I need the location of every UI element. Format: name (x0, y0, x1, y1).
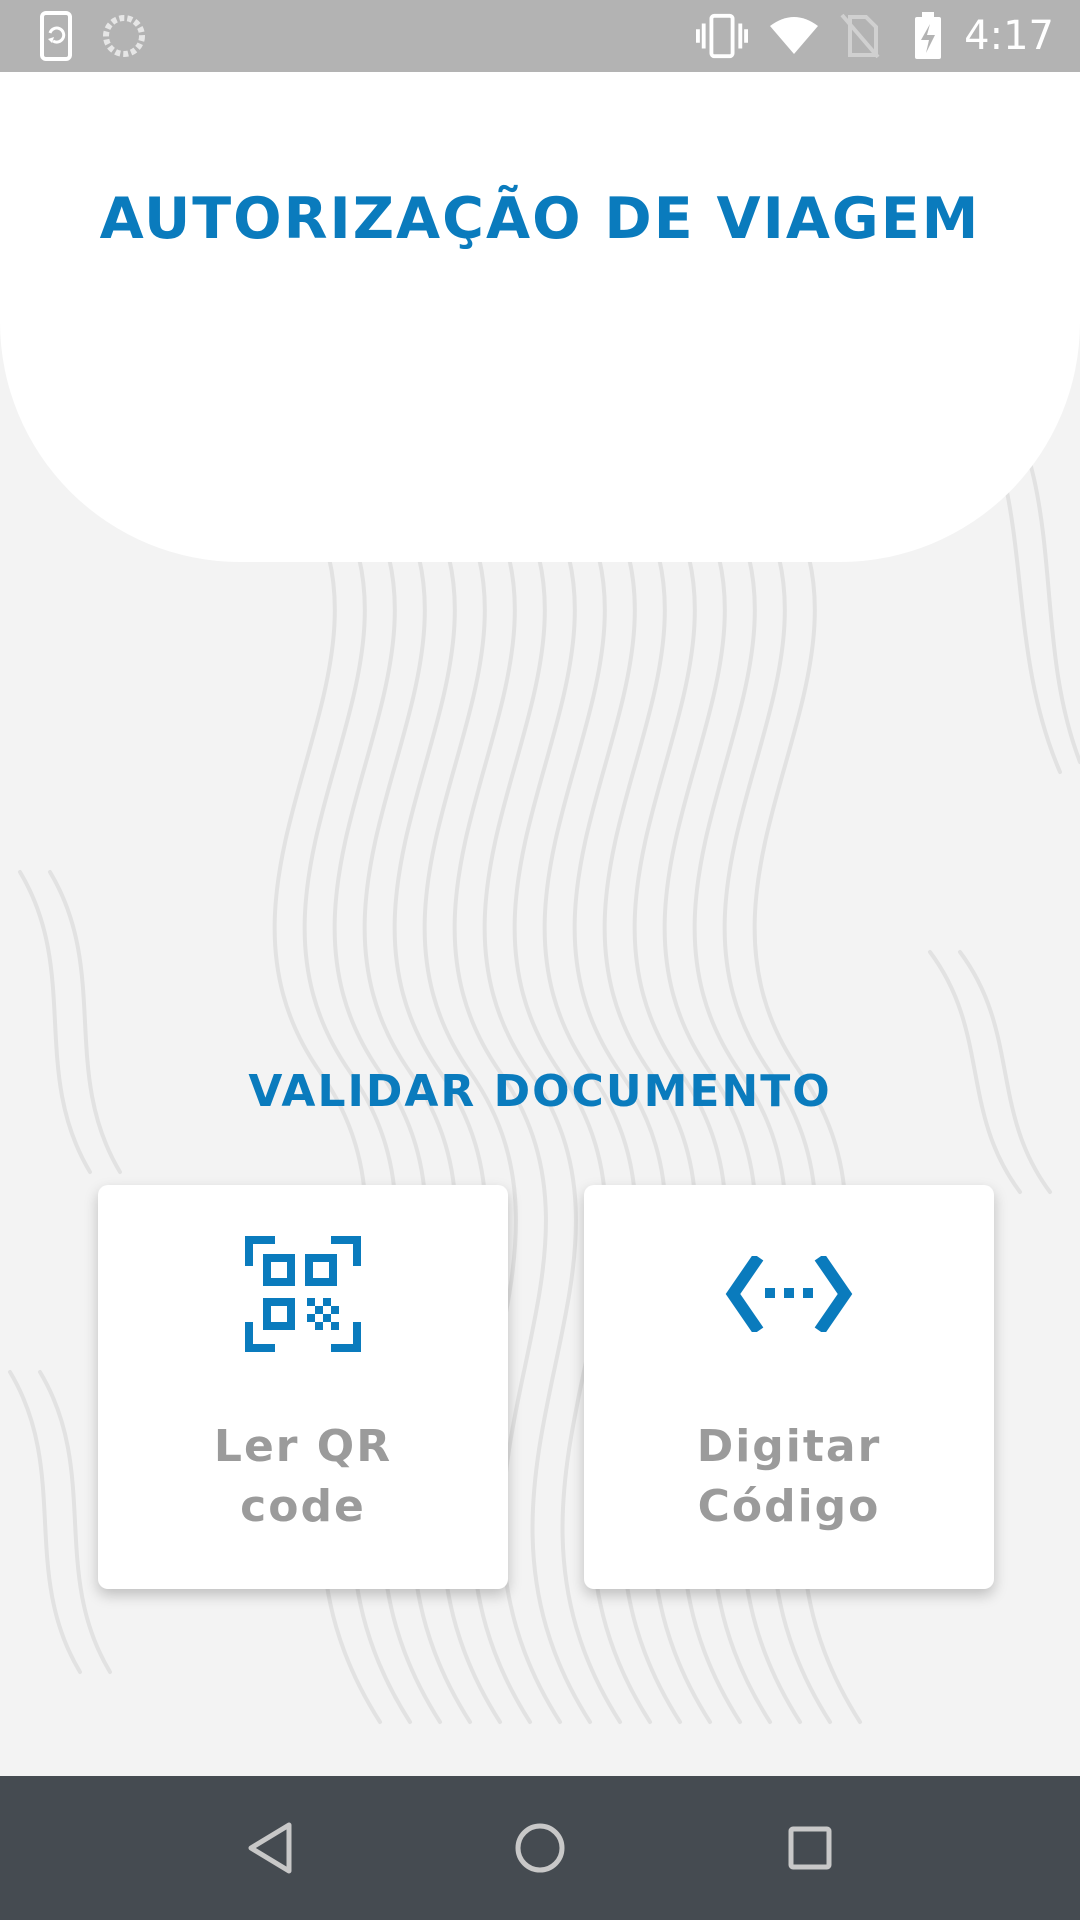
back-icon[interactable] (230, 1808, 310, 1888)
section-title: VALIDAR DOCUMENTO (248, 1066, 832, 1117)
type-code-button[interactable]: Digitar Código (584, 1185, 994, 1589)
qr-code-scan-icon (98, 1235, 508, 1353)
battery-charging-icon (902, 10, 954, 62)
page-title: AUTORIZAÇÃO DE VIAGEM (99, 186, 981, 252)
no-sim-icon (834, 10, 886, 62)
clock-time: 4:17 (964, 13, 1054, 59)
recents-icon[interactable] (770, 1808, 850, 1888)
navigation-bar (0, 1776, 1080, 1920)
wifi-icon (768, 10, 820, 62)
scan-qr-code-button[interactable]: Ler QR code (98, 1185, 508, 1589)
loading-spinner-icon (98, 10, 150, 62)
home-icon[interactable] (500, 1808, 580, 1888)
code-input-icon (584, 1235, 994, 1353)
header-card (0, 72, 1080, 562)
screen-rotation-icon (30, 10, 82, 62)
vibrate-icon (696, 10, 748, 62)
status-bar: 4:17 (0, 0, 1080, 72)
scan-qr-code-label: Ler QR code (213, 1421, 393, 1532)
type-code-label: Digitar Código (696, 1421, 882, 1532)
